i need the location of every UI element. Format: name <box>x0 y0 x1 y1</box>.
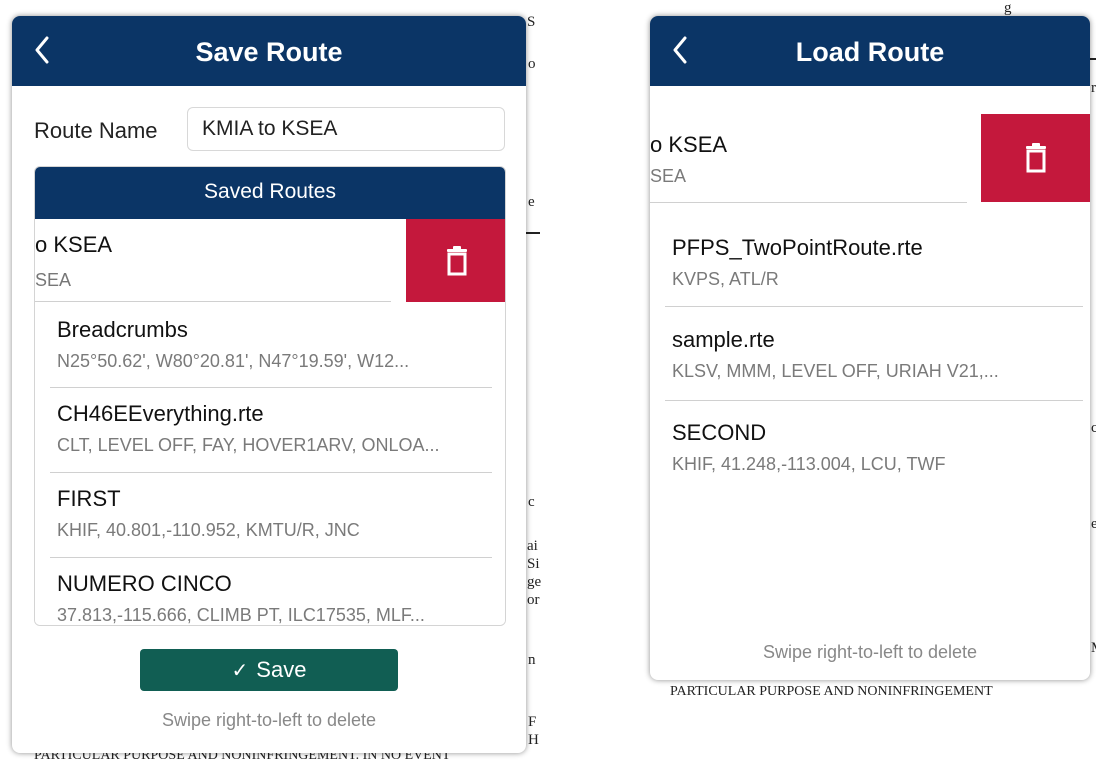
background-text: o <box>528 56 536 72</box>
route-row[interactable]: FIRST KHIF, 40.801,-110.952, KMTU/R, JNC <box>35 473 505 557</box>
background-text: ge <box>527 574 542 590</box>
route-name: NUMERO CINCO <box>57 571 232 596</box>
background-text: g <box>1004 0 1012 16</box>
saved-routes-list: Saved Routes o KSEA SEA Breadcrumbs N25°… <box>34 166 506 626</box>
save-button[interactable]: ✓ Save <box>140 649 398 691</box>
route-points: KVPS, ATL/R <box>672 269 779 289</box>
route-row[interactable]: CH46EEverything.rte CLT, LEVEL OFF, FAY,… <box>35 388 505 472</box>
saved-routes-header: Saved Routes <box>35 167 505 219</box>
divider <box>650 202 967 203</box>
route-points: SEA <box>35 270 72 290</box>
background-text: e <box>528 194 535 210</box>
route-row[interactable]: sample.rte KLSV, MMM, LEVEL OFF, URIAH V… <box>650 314 1090 398</box>
save-route-dialog: Save Route Route Name Saved Routes o KSE… <box>12 16 526 753</box>
route-name: SECOND <box>672 420 767 445</box>
background-text: PARTICULAR PURPOSE AND NONINFRINGEMENT <box>670 684 993 699</box>
delete-route-button[interactable] <box>406 219 505 302</box>
divider <box>35 301 391 302</box>
background-rule <box>526 232 540 234</box>
route-name-input[interactable] <box>187 107 505 151</box>
background-text: c <box>528 494 535 510</box>
background-text: Si <box>527 556 540 572</box>
save-route-header: Save Route <box>12 16 526 86</box>
route-name: PFPS_TwoPointRoute.rte <box>672 235 923 260</box>
route-name: o KSEA <box>35 232 113 257</box>
background-text: r <box>1091 80 1096 96</box>
checkmark-icon: ✓ <box>231 659 249 682</box>
page-title: Load Route <box>795 37 945 67</box>
route-name: Breadcrumbs <box>57 317 188 342</box>
background-text: ai <box>527 538 538 554</box>
background-text: H <box>528 732 539 748</box>
route-row[interactable]: SECOND KHIF, 41.248,-113.004, LCU, TWF <box>650 407 1090 491</box>
delete-route-button[interactable] <box>981 114 1090 202</box>
route-name: sample.rte <box>672 327 775 352</box>
page-title: Save Route <box>195 37 343 67</box>
route-name: o KSEA <box>650 132 728 157</box>
background-text: F <box>528 714 537 730</box>
route-row[interactable]: PFPS_TwoPointRoute.rte KVPS, ATL/R <box>650 222 1090 306</box>
route-points: KLSV, MMM, LEVEL OFF, URIAH V21,... <box>672 361 999 381</box>
background-text: c <box>1091 420 1096 436</box>
save-button-label: Save <box>256 657 307 682</box>
swipe-hint: Swipe right-to-left to delete <box>762 642 978 662</box>
trash-icon <box>446 245 467 275</box>
route-name-label: Route Name <box>34 118 158 143</box>
swiped-route-row[interactable]: o KSEA SEA <box>35 219 406 302</box>
route-points: CLT, LEVEL OFF, FAY, HOVER1ARV, ONLOA... <box>57 435 440 455</box>
load-route-header: Load Route <box>650 16 1090 86</box>
background-text: S <box>527 14 536 30</box>
route-row[interactable]: Breadcrumbs N25°50.62', W80°20.81', N47°… <box>35 304 505 388</box>
background-text: n <box>528 652 536 668</box>
route-name: CH46EEverything.rte <box>57 401 264 426</box>
load-route-dialog: Load Route o KSEA SEA PFPS_TwoPointRoute… <box>650 16 1090 680</box>
route-row[interactable]: NUMERO CINCO 37.813,-115.666, CLIMB PT, … <box>35 558 505 625</box>
route-points: N25°50.62', W80°20.81', N47°19.59', W12.… <box>57 351 410 371</box>
swipe-hint: Swipe right-to-left to delete <box>161 710 377 730</box>
route-points: KHIF, 41.248,-113.004, LCU, TWF <box>672 454 946 474</box>
route-name: FIRST <box>57 486 121 511</box>
swiped-route-row[interactable]: o KSEA SEA <box>650 114 981 202</box>
background-text: or <box>527 592 540 608</box>
divider <box>665 306 1083 307</box>
background-text: M <box>1091 640 1096 657</box>
divider <box>665 400 1083 401</box>
trash-icon <box>1025 143 1046 173</box>
background-text: e <box>1091 516 1096 532</box>
route-points: SEA <box>650 166 687 186</box>
route-points: KHIF, 40.801,-110.952, KMTU/R, JNC <box>57 520 360 540</box>
route-points: 37.813,-115.666, CLIMB PT, ILC17535, MLF… <box>57 605 425 625</box>
